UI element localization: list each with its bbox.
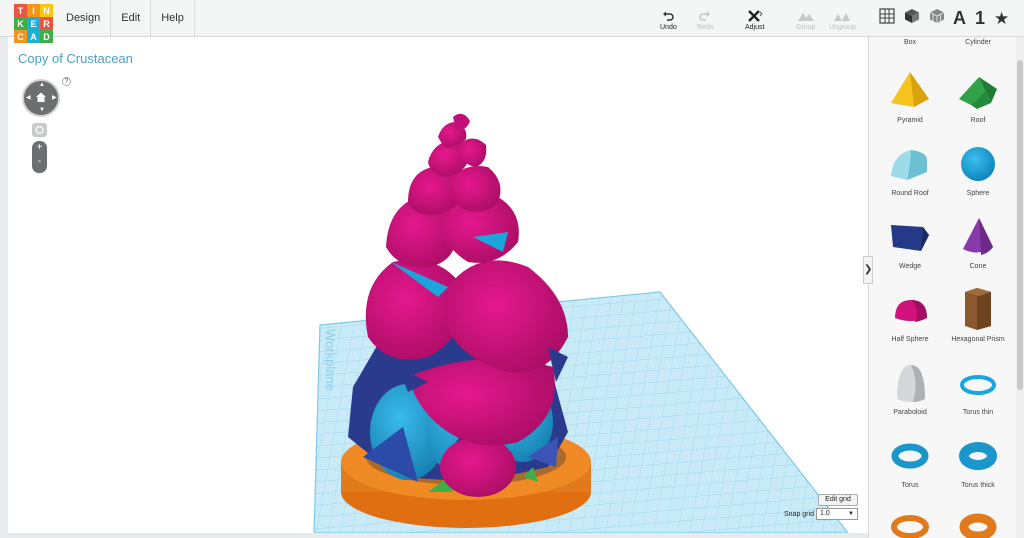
transparent-view-icon[interactable]	[929, 8, 945, 29]
adjust-icon	[747, 8, 763, 24]
tube-icon	[891, 515, 929, 538]
logo-letter: C	[14, 30, 27, 43]
shape-hexagonal-prism[interactable]: Hexagonal Prism	[943, 280, 1013, 343]
logo-letter: A	[27, 30, 40, 43]
redo-icon	[699, 8, 711, 24]
ungroup-label: Ungroup	[829, 24, 856, 31]
shape-tube-thick[interactable]	[943, 507, 1013, 538]
top-toolbar: Design Edit Help Undo Redo Adjust Group …	[0, 0, 1024, 37]
shape-tube[interactable]	[875, 507, 945, 538]
main-menu: Design Edit Help	[56, 0, 195, 37]
logo-letter: K	[14, 17, 27, 30]
menu-edit[interactable]: Edit	[110, 0, 150, 37]
cone-icon	[963, 218, 993, 255]
collapse-panel-button[interactable]: ❯	[863, 256, 873, 284]
chevron-right-icon: ❯	[864, 264, 873, 275]
logo-letter: D	[40, 30, 53, 43]
shape-torus-thick[interactable]: Torus thick	[943, 434, 1013, 489]
torus-thick-icon	[959, 442, 997, 470]
3d-workspace[interactable]: Copy of Crustacean ? ▲ ▼ ◀ ▶ + - Workpla…	[8, 37, 868, 533]
shape-wedge[interactable]: Wedge	[875, 215, 945, 270]
roof-icon	[959, 77, 997, 109]
logo-letter: E	[27, 17, 40, 30]
torus-thin-icon	[960, 375, 996, 395]
half-sphere-icon	[895, 300, 927, 322]
snap-grid-value: 1.0	[820, 510, 830, 517]
redo-label: Redo	[697, 24, 714, 31]
redo-button[interactable]: Redo	[697, 8, 714, 31]
group-icon	[797, 8, 815, 24]
scene-canvas[interactable]: Workplane	[8, 37, 868, 533]
chevron-down-icon: ▼	[848, 511, 854, 517]
workplane-label: Workplane	[323, 329, 338, 391]
adjust-button[interactable]: Adjust	[745, 8, 764, 31]
undo-button[interactable]: Undo	[660, 8, 677, 31]
shape-cylinder[interactable]: Cylinder	[943, 37, 1013, 46]
undo-label: Undo	[660, 24, 677, 31]
logo-letter: R	[40, 17, 53, 30]
menu-design[interactable]: Design	[56, 0, 110, 37]
scrollbar-thumb[interactable]	[1017, 60, 1023, 390]
shape-half-sphere[interactable]: Half Sphere	[875, 288, 945, 343]
shape-torus[interactable]: Torus	[875, 434, 945, 489]
undo-icon	[662, 8, 675, 24]
logo-letter: T	[14, 4, 27, 17]
solid-view-icon[interactable]	[904, 8, 920, 29]
shape-cone[interactable]: Cone	[943, 215, 1013, 270]
ungroup-icon	[833, 8, 851, 24]
menu-help[interactable]: Help	[150, 0, 195, 37]
group-label: Group	[796, 24, 816, 31]
logo-letter: N	[40, 4, 53, 17]
shape-torus-thin[interactable]: Torus thin	[943, 361, 1013, 416]
shape-roof[interactable]: Roof	[943, 69, 1013, 124]
adjust-label: Adjust	[745, 24, 765, 31]
pyramid-icon	[891, 72, 929, 107]
hexagonal-prism-icon	[965, 288, 991, 330]
paraboloid-icon	[897, 365, 925, 402]
favorites-star-icon[interactable]: ★	[994, 9, 1009, 29]
shape-sphere[interactable]: Sphere	[943, 142, 1013, 197]
shapes-panel: Box Cylinder Pyramid Roof Round Roof Sph…	[868, 37, 1024, 538]
number-tool-icon[interactable]: 1	[975, 8, 985, 29]
tube-thick-icon	[959, 513, 997, 538]
wedge-icon	[891, 225, 929, 251]
shape-box[interactable]: Box	[875, 37, 945, 46]
view-buttons: A 1 ★	[879, 8, 1009, 29]
torus-icon	[891, 443, 929, 469]
snap-grid-label: Snap grid	[784, 511, 814, 518]
tinkercad-logo[interactable]: TINKERCAD	[14, 4, 53, 43]
logo-letter: I	[27, 4, 40, 17]
group-button[interactable]: Group	[796, 8, 815, 31]
shape-pyramid[interactable]: Pyramid	[875, 69, 945, 124]
shape-round-roof[interactable]: Round Roof	[875, 142, 945, 197]
shape-paraboloid[interactable]: Paraboloid	[875, 361, 945, 416]
text-tool-icon[interactable]: A	[953, 8, 966, 29]
snap-grid-select[interactable]: 1.0 ▼	[816, 508, 858, 520]
ungroup-button[interactable]: Ungroup	[829, 8, 856, 31]
sphere-icon	[961, 147, 995, 181]
edit-grid-button[interactable]: Edit grid	[818, 494, 858, 506]
grid-view-icon[interactable]	[879, 8, 895, 29]
round-roof-icon	[891, 150, 927, 180]
